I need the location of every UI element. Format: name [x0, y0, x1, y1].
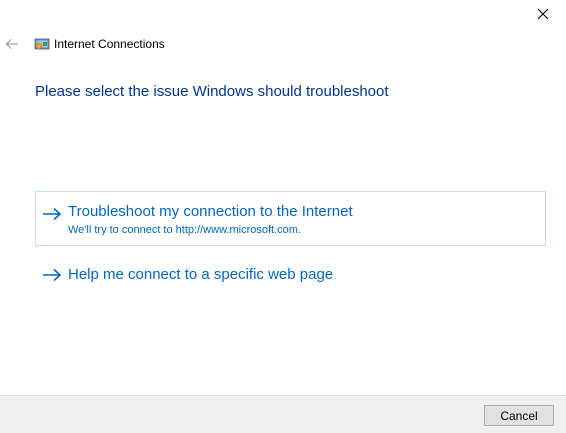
option-title: Help me connect to a specific web page: [68, 266, 334, 283]
window-title: Internet Connections: [54, 37, 165, 51]
option-troubleshoot-internet[interactable]: Troubleshoot my connection to the Intern…: [35, 191, 546, 246]
arrow-right-icon: [43, 207, 62, 221]
cancel-button[interactable]: Cancel: [484, 405, 554, 426]
option-title: Troubleshoot my connection to the Intern…: [68, 203, 353, 220]
close-button[interactable]: [520, 0, 566, 28]
troubleshooter-window: Internet Connections Please select the i…: [0, 0, 566, 433]
title-row: Internet Connections: [0, 34, 566, 54]
arrow-right-icon: [43, 268, 62, 282]
page-heading: Please select the issue Windows should t…: [35, 83, 389, 100]
internet-connections-icon: [34, 38, 50, 50]
option-description: We'll try to connect to http://www.micro…: [68, 224, 301, 236]
close-icon: [537, 8, 549, 20]
back-button[interactable]: [2, 34, 22, 54]
back-arrow-icon: [5, 39, 18, 49]
footer-bar: Cancel: [0, 395, 566, 433]
option-connect-web-page[interactable]: Help me connect to a specific web page: [35, 257, 546, 291]
